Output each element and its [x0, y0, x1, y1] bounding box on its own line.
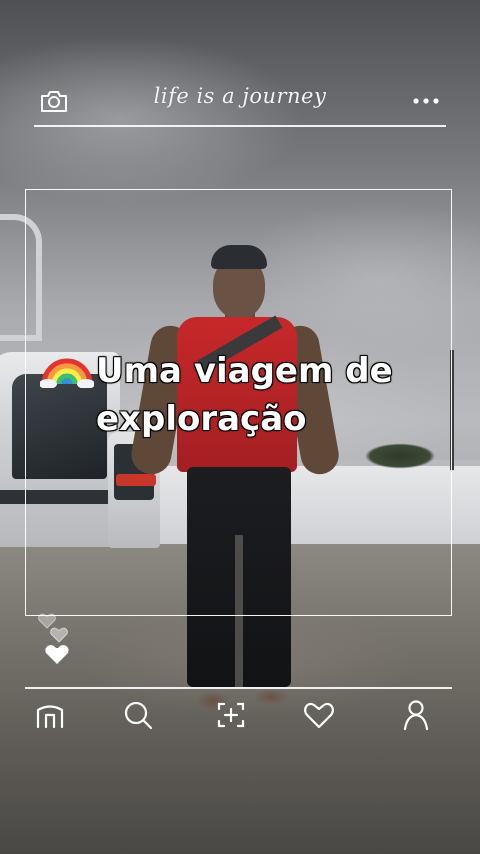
rainbow-icon	[39, 338, 95, 389]
footer-divider	[25, 687, 452, 689]
heart-outline-icon	[50, 627, 68, 643]
caption-text-line-1: Uma viagem de	[96, 351, 393, 391]
post-caption: Uma viagem de exploração	[39, 338, 460, 443]
heart-filled-icon	[45, 645, 69, 664]
camera-icon[interactable]	[38, 85, 70, 117]
add-post-icon[interactable]	[214, 698, 248, 732]
tagline-text: life is a journey	[153, 84, 327, 108]
heart-icon[interactable]	[302, 698, 336, 732]
more-dots-icon[interactable]	[410, 85, 442, 117]
header-divider	[34, 125, 446, 127]
caption-line-2: exploração	[96, 399, 307, 439]
home-icon[interactable]	[33, 698, 67, 732]
profile-icon[interactable]	[399, 698, 433, 732]
social-frame-overlay: life is a journey Uma viagem de exploraç…	[0, 0, 480, 854]
heart-outline-icon	[38, 613, 56, 629]
floating-hearts	[36, 606, 82, 672]
search-icon[interactable]	[121, 698, 155, 732]
caption-line-1: Uma viagem de	[39, 338, 460, 395]
